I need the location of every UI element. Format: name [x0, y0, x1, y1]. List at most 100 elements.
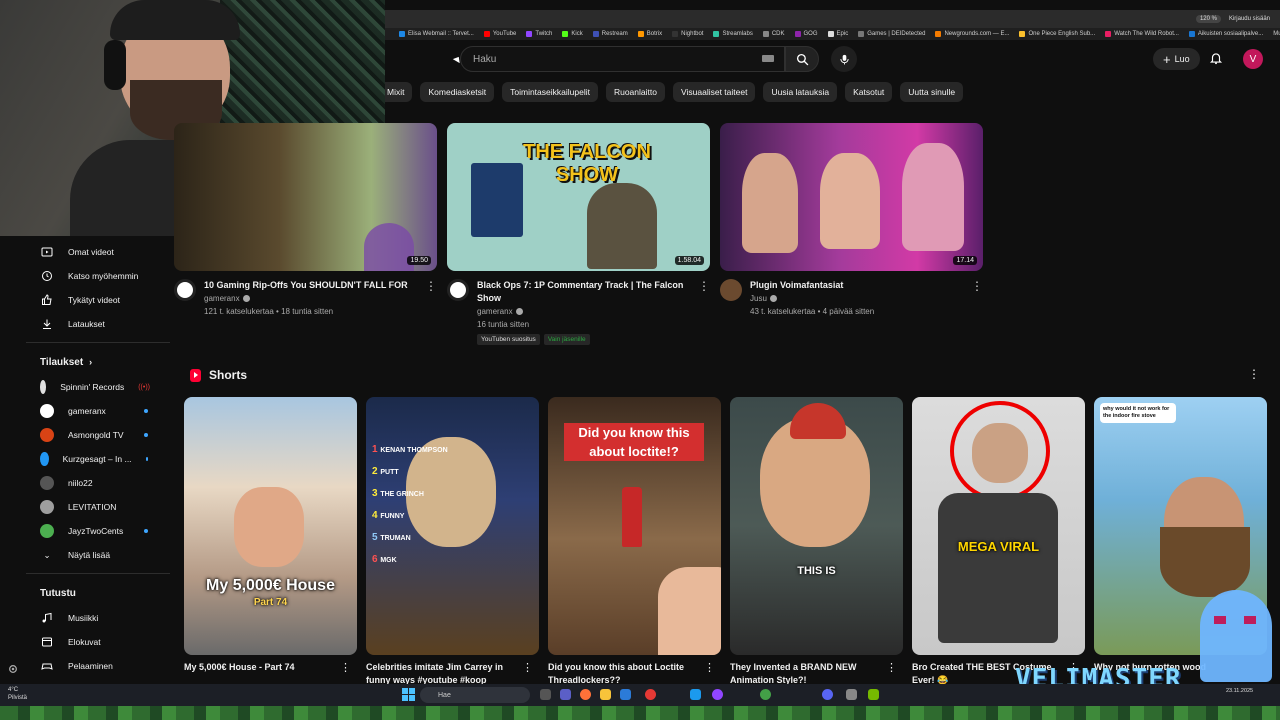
more-options-icon[interactable]: ⋮ — [698, 279, 710, 293]
taskbar-clock[interactable]: 23.11.2025 — [1226, 688, 1253, 695]
bookmark-item[interactable]: Games | DEIDetected — [858, 31, 925, 37]
channel-avatar[interactable] — [174, 279, 196, 301]
bookmark-item[interactable]: YouTube — [483, 31, 516, 37]
bookmark-item[interactable]: CDK — [762, 31, 785, 37]
task-view-icon[interactable] — [540, 689, 551, 700]
other-bookmarks[interactable]: Muut kirjanmerkit — [1273, 31, 1280, 37]
video-thumbnail[interactable]: 17.14 — [720, 123, 983, 271]
bookmark-item[interactable]: Restream — [592, 31, 628, 37]
create-button[interactable]: + Luo — [1153, 48, 1200, 70]
channel-name[interactable]: gameranx — [477, 305, 687, 318]
bookmark-item[interactable]: Newgrounds.com — E... — [935, 31, 1009, 37]
discord-icon[interactable] — [822, 689, 833, 700]
more-options-icon[interactable]: ⋮ — [704, 661, 715, 674]
subscription-item[interactable]: Asmongold TV — [26, 423, 170, 447]
subscription-item[interactable]: LEVITATION — [26, 495, 170, 519]
short-thumbnail[interactable]: THIS IS — [730, 397, 903, 655]
calculator-icon[interactable] — [846, 689, 857, 700]
video-thumbnail[interactable]: THE FALCON SHOW 1.58.04 — [447, 123, 710, 271]
account-avatar[interactable]: V — [1243, 49, 1263, 69]
show-more-button[interactable]: ⌄ Näytä lisää — [26, 543, 170, 567]
subscriptions-header[interactable]: Tilaukset › — [26, 349, 170, 375]
weather-widget[interactable]: 4°C Pilvistä — [8, 686, 27, 702]
video-title[interactable]: Black Ops 7: 1P Commentary Track | The F… — [477, 279, 687, 305]
spotify-icon[interactable] — [760, 689, 771, 700]
chrome-icon[interactable] — [645, 689, 656, 700]
bookmark-item[interactable]: GOG — [794, 31, 818, 37]
sidebar-item[interactable]: Omat videot — [26, 240, 170, 264]
bookmark-item[interactable]: Aikuisten sosiaalipalve... — [1188, 31, 1263, 37]
bookmark-item[interactable]: Epic — [827, 31, 848, 37]
filter-chip[interactable]: Ruoanlaitto — [605, 82, 665, 102]
short-thumbnail[interactable]: MEGA VIRAL — [912, 397, 1085, 655]
more-options-icon[interactable]: ⋮ — [425, 279, 437, 293]
channel-name[interactable]: Jusu — [750, 292, 960, 305]
bookmark-item[interactable]: Botrix — [637, 31, 662, 37]
short-card[interactable]: 1 KENAN THOMPSON 2 PUTT 3 THE GRINCH 4 FUNN… — [366, 397, 539, 687]
channel-name[interactable]: gameranx — [204, 292, 414, 305]
search-input[interactable]: Haku — [460, 46, 785, 72]
filter-chip[interactable]: Toimintaseikkailupelit — [502, 82, 598, 102]
short-card[interactable]: MEGA VIRAL Bro Created THE BEST Costume … — [912, 397, 1085, 687]
taskbar-search[interactable]: Hae — [420, 687, 530, 703]
subscription-item[interactable]: gameranx — [26, 399, 170, 423]
channel-avatar[interactable] — [720, 279, 742, 301]
short-thumbnail[interactable]: Did you know this about loctite!? — [548, 397, 721, 655]
bookmark-item[interactable]: One Piece English Sub... — [1019, 31, 1095, 37]
short-card[interactable]: My 5,000€ House Part 74 My 5,000€ House … — [184, 397, 357, 687]
windows-start-icon[interactable] — [402, 688, 415, 701]
nvidia-icon[interactable] — [868, 689, 879, 700]
bookmark-item[interactable]: Kick — [562, 31, 583, 37]
video-card[interactable]: THE FALCON SHOW 1.58.04 Black Ops 7: 1P … — [447, 123, 710, 345]
sidebar-item[interactable]: Lataukset — [26, 312, 170, 336]
short-card[interactable]: Did you know this about loctite!? Did yo… — [548, 397, 721, 687]
zoom-badge[interactable]: 120 % — [1195, 15, 1221, 23]
file-explorer-icon[interactable] — [600, 689, 611, 700]
obs-icon[interactable] — [712, 689, 723, 700]
sidebar-item[interactable]: Katso myöhemmin — [26, 264, 170, 288]
search-button[interactable] — [785, 46, 819, 72]
notifications-bell-icon[interactable] — [1209, 50, 1223, 66]
video-card[interactable]: 19.50 10 Gaming Rip-Offs You SHOULDN'T F… — [174, 123, 437, 318]
short-card[interactable]: THIS IS They Invented a BRAND NEW Animat… — [730, 397, 903, 687]
store-icon[interactable] — [620, 689, 631, 700]
sidebar-item[interactable]: Musiikki — [26, 606, 170, 630]
voice-search-button[interactable] — [831, 46, 857, 72]
video-title[interactable]: 10 Gaming Rip-Offs You SHOULDN'T FALL FO… — [204, 279, 414, 292]
more-options-icon[interactable]: ⋮ — [522, 661, 533, 674]
more-options-icon[interactable]: ⋮ — [340, 661, 351, 674]
login-link[interactable]: Kirjaudu sisään — [1229, 16, 1270, 22]
bookmark-item[interactable]: Streamlabs — [713, 31, 753, 37]
video-title[interactable]: Plugin Voimafantasiat — [750, 279, 960, 292]
filter-chip[interactable]: Uusia latauksia — [763, 82, 838, 102]
bookmark-item[interactable]: Watch The Wild Robot... — [1105, 31, 1179, 37]
more-options-icon[interactable]: ⋮ — [886, 661, 897, 674]
shorts-more-options-icon[interactable]: ⋮ — [1248, 367, 1260, 381]
short-thumbnail[interactable]: 1 KENAN THOMPSON 2 PUTT 3 THE GRINCH 4 FUNN… — [366, 397, 539, 655]
sidebar-item[interactable]: Elokuvat — [26, 630, 170, 654]
filter-chip[interactable]: Visuaaliset taiteet — [672, 82, 756, 102]
filter-chip[interactable]: Uutta sinulle — [900, 82, 964, 102]
subscription-item[interactable]: niilo22 — [26, 471, 170, 495]
bookmark-item[interactable]: Elisa Webmail :: Tervet... — [399, 31, 474, 37]
keyboard-icon[interactable] — [762, 55, 774, 62]
steam-icon[interactable] — [690, 689, 701, 700]
bookmark-item[interactable]: Twitch — [526, 31, 552, 37]
video-thumbnail[interactable]: 19.50 — [174, 123, 437, 271]
subscription-item[interactable]: Kurzgesagt – In ... — [26, 447, 170, 471]
filter-chip[interactable]: Komediasketsit — [420, 82, 495, 102]
video-card[interactable]: 17.14 Plugin Voimafantasiat Jusu 43 t. k… — [720, 123, 983, 318]
subscription-item[interactable]: Spinnin' Records ((•)) — [26, 375, 170, 399]
sidebar-item[interactable]: Pelaaminen — [26, 654, 170, 678]
filter-chip[interactable]: Katsotut — [845, 82, 893, 102]
filter-chip[interactable]: Mixit — [385, 82, 413, 102]
sidebar-item[interactable]: Tykätyt videot — [26, 288, 170, 312]
channel-avatar[interactable] — [447, 279, 469, 301]
short-thumbnail[interactable]: My 5,000€ House Part 74 — [184, 397, 357, 655]
firefox-icon[interactable] — [580, 689, 591, 700]
teams-icon[interactable] — [560, 689, 571, 700]
more-options-icon[interactable]: ⋮ — [971, 279, 983, 293]
bookmark-item[interactable]: Nightbot — [672, 31, 703, 37]
subscription-item[interactable]: JayzTwoCents — [26, 519, 170, 543]
gear-icon[interactable] — [8, 664, 18, 674]
